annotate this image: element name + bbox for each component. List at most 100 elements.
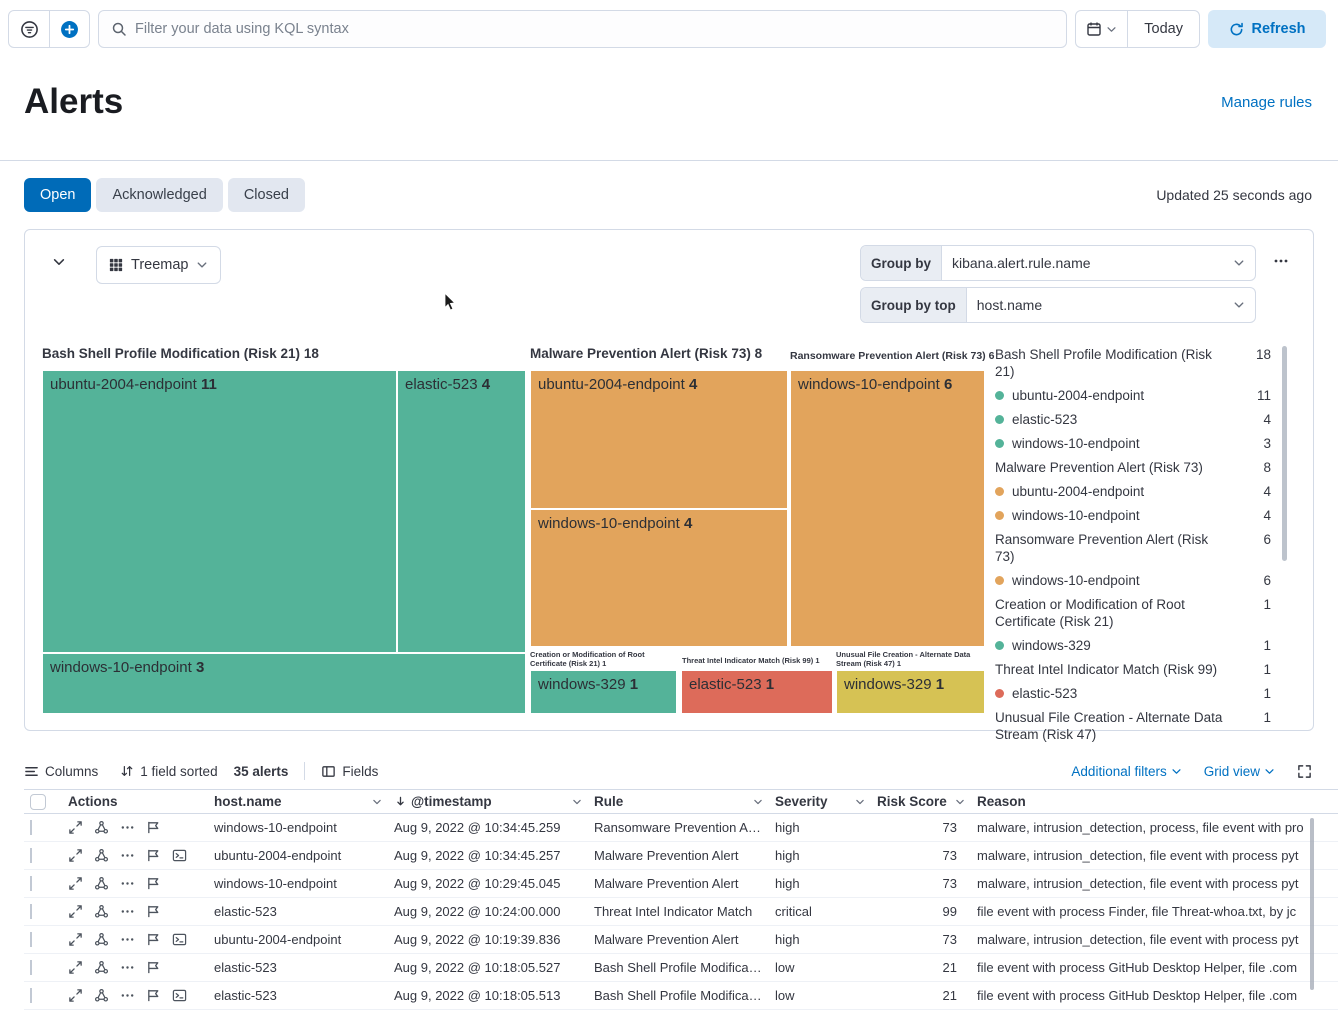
legend-group[interactable]: Malware Prevention Alert (Risk 73)8 bbox=[995, 455, 1271, 479]
row-checkbox[interactable] bbox=[30, 960, 32, 975]
timeline-icon[interactable] bbox=[146, 820, 161, 835]
table-row[interactable]: elastic-523 Aug 9, 2022 @ 10:18:05.513 B… bbox=[24, 982, 1338, 1010]
treemap-tile[interactable]: ubuntu-2004-endpoint 4 bbox=[530, 370, 788, 509]
legend-group[interactable]: Threat Intel Indicator Match (Risk 99)1 bbox=[995, 657, 1271, 681]
more-actions-icon[interactable] bbox=[120, 904, 135, 919]
analyzer-icon[interactable] bbox=[94, 988, 109, 1003]
column-header-host[interactable]: host.name bbox=[208, 794, 388, 809]
analyzer-icon[interactable] bbox=[94, 820, 109, 835]
column-header-severity[interactable]: Severity bbox=[769, 794, 871, 809]
more-actions-icon[interactable] bbox=[120, 960, 135, 975]
grid-view-button[interactable]: Grid view bbox=[1204, 764, 1275, 779]
date-picker-button[interactable] bbox=[1076, 11, 1128, 47]
row-checkbox[interactable] bbox=[30, 988, 32, 1003]
more-actions-icon[interactable] bbox=[120, 876, 135, 891]
legend-item[interactable]: windows-10-endpoint3 bbox=[995, 431, 1271, 455]
legend-item[interactable]: ubuntu-2004-endpoint11 bbox=[995, 383, 1271, 407]
row-checkbox[interactable] bbox=[30, 876, 32, 891]
expand-alert-icon[interactable] bbox=[68, 876, 83, 891]
table-row[interactable]: ubuntu-2004-endpoint Aug 9, 2022 @ 10:34… bbox=[24, 842, 1338, 870]
more-actions-icon[interactable] bbox=[120, 848, 135, 863]
treemap-tile[interactable]: windows-329 1 bbox=[836, 670, 985, 714]
row-checkbox[interactable] bbox=[30, 904, 32, 919]
legend-scrollbar[interactable] bbox=[1282, 346, 1287, 561]
session-view-icon[interactable] bbox=[172, 988, 187, 1003]
legend-group[interactable]: Bash Shell Profile Modification (Risk 21… bbox=[995, 342, 1271, 383]
treemap-tile[interactable]: windows-10-endpoint 4 bbox=[530, 509, 788, 647]
tab-closed[interactable]: Closed bbox=[228, 178, 305, 212]
group-by-field[interactable]: kibana.alert.rule.name bbox=[942, 246, 1255, 280]
chevron-down-icon[interactable] bbox=[855, 797, 865, 807]
table-row[interactable]: windows-10-endpoint Aug 9, 2022 @ 10:29:… bbox=[24, 870, 1338, 898]
legend-item[interactable]: elastic-5231 bbox=[995, 681, 1271, 705]
treemap-tile[interactable]: windows-10-endpoint 6 bbox=[790, 370, 985, 647]
view-selector-treemap[interactable]: Treemap bbox=[96, 246, 221, 284]
add-filter-button[interactable] bbox=[49, 11, 89, 47]
fullscreen-button[interactable] bbox=[1297, 764, 1312, 779]
row-checkbox[interactable] bbox=[30, 932, 32, 947]
legend-group[interactable]: Unusual File Creation - Alternate Data S… bbox=[995, 705, 1271, 746]
column-header-timestamp[interactable]: @timestamp bbox=[388, 794, 588, 809]
tab-open[interactable]: Open bbox=[24, 178, 91, 212]
expand-alert-icon[interactable] bbox=[68, 960, 83, 975]
treemap-tile[interactable]: elastic-523 4 bbox=[397, 370, 526, 653]
column-header-reason[interactable]: Reason bbox=[971, 794, 1338, 809]
analyzer-icon[interactable] bbox=[94, 876, 109, 891]
table-row[interactable]: elastic-523 Aug 9, 2022 @ 10:18:05.527 B… bbox=[24, 954, 1338, 982]
row-checkbox[interactable] bbox=[30, 820, 32, 835]
expand-alert-icon[interactable] bbox=[68, 988, 83, 1003]
additional-filters-button[interactable]: Additional filters bbox=[1071, 764, 1181, 779]
expand-alert-icon[interactable] bbox=[68, 904, 83, 919]
more-actions-icon[interactable] bbox=[120, 932, 135, 947]
table-row[interactable]: elastic-523 Aug 9, 2022 @ 10:24:00.000 T… bbox=[24, 898, 1338, 926]
timeline-icon[interactable] bbox=[146, 960, 161, 975]
legend-group[interactable]: Creation or Modification of Root Certifi… bbox=[995, 592, 1271, 633]
timeline-icon[interactable] bbox=[146, 904, 161, 919]
more-actions-icon[interactable] bbox=[120, 820, 135, 835]
column-header-rule[interactable]: Rule bbox=[588, 794, 769, 809]
legend-group[interactable]: Ransomware Prevention Alert (Risk 73)6 bbox=[995, 527, 1271, 568]
chevron-down-icon[interactable] bbox=[955, 797, 965, 807]
timeline-icon[interactable] bbox=[146, 876, 161, 891]
table-scrollbar[interactable] bbox=[1310, 818, 1314, 990]
saved-query-filter-button[interactable] bbox=[9, 11, 49, 47]
expand-alert-icon[interactable] bbox=[68, 820, 83, 835]
expand-alert-icon[interactable] bbox=[68, 932, 83, 947]
treemap-tile[interactable]: windows-10-endpoint 3 bbox=[42, 653, 526, 714]
analyzer-icon[interactable] bbox=[94, 932, 109, 947]
date-range-today-button[interactable]: Today bbox=[1128, 11, 1199, 47]
timeline-icon[interactable] bbox=[146, 848, 161, 863]
kql-search-input[interactable] bbox=[135, 21, 1054, 37]
chevron-down-icon[interactable] bbox=[753, 797, 763, 807]
column-header-risk-score[interactable]: Risk Score bbox=[871, 794, 971, 809]
sort-fields-button[interactable]: 1 field sorted bbox=[120, 764, 217, 779]
columns-button[interactable]: Columns bbox=[24, 764, 98, 779]
legend-item[interactable]: windows-3291 bbox=[995, 633, 1271, 657]
manage-rules-link[interactable]: Manage rules bbox=[1221, 94, 1312, 111]
timeline-icon[interactable] bbox=[146, 988, 161, 1003]
legend-item[interactable]: elastic-5234 bbox=[995, 407, 1271, 431]
analyzer-icon[interactable] bbox=[94, 904, 109, 919]
table-row[interactable]: ubuntu-2004-endpoint Aug 9, 2022 @ 10:19… bbox=[24, 926, 1338, 954]
analyzer-icon[interactable] bbox=[94, 848, 109, 863]
select-all-checkbox[interactable] bbox=[30, 794, 46, 810]
fields-button[interactable]: Fields bbox=[321, 764, 378, 779]
analyzer-icon[interactable] bbox=[94, 960, 109, 975]
legend-item[interactable]: windows-10-endpoint6 bbox=[995, 568, 1271, 592]
treemap-tile[interactable]: windows-329 1 bbox=[530, 670, 677, 714]
collapse-panel-button[interactable] bbox=[47, 250, 71, 274]
legend-item[interactable]: windows-10-endpoint4 bbox=[995, 503, 1271, 527]
chevron-down-icon[interactable] bbox=[572, 797, 582, 807]
refresh-button[interactable]: Refresh bbox=[1208, 10, 1326, 48]
legend-item[interactable]: ubuntu-2004-endpoint4 bbox=[995, 479, 1271, 503]
timeline-icon[interactable] bbox=[146, 932, 161, 947]
group-by-top-field[interactable]: host.name bbox=[967, 288, 1255, 322]
table-row[interactable]: windows-10-endpoint Aug 9, 2022 @ 10:34:… bbox=[24, 814, 1338, 842]
expand-alert-icon[interactable] bbox=[68, 848, 83, 863]
chevron-down-icon[interactable] bbox=[372, 797, 382, 807]
treemap-tile[interactable]: elastic-523 1 bbox=[681, 670, 833, 714]
more-actions-icon[interactable] bbox=[120, 988, 135, 1003]
tab-acknowledged[interactable]: Acknowledged bbox=[96, 178, 222, 212]
session-view-icon[interactable] bbox=[172, 932, 187, 947]
session-view-icon[interactable] bbox=[172, 848, 187, 863]
